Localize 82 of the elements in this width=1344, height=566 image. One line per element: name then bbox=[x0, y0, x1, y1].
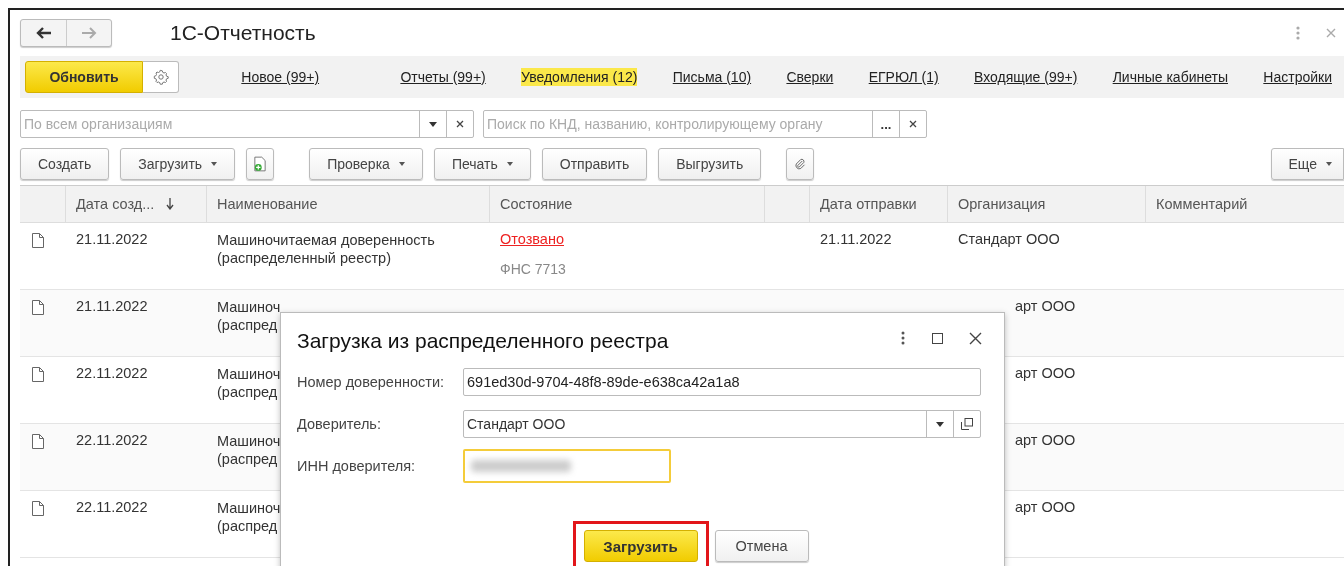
more-icon[interactable] bbox=[901, 331, 905, 345]
document-icon bbox=[32, 233, 44, 248]
field-label: Доверитель: bbox=[297, 416, 382, 432]
caret-icon bbox=[1326, 162, 1332, 166]
table-cell: 22.11.2022 bbox=[76, 499, 148, 515]
table-cell: арт ООО bbox=[1015, 432, 1076, 448]
input-field[interactable]: 691ed30d-9704-48f8-89de-e638ca42a1a8 bbox=[463, 368, 981, 396]
column-header[interactable]: Состояние bbox=[500, 196, 573, 212]
refresh-button[interactable]: Обновить bbox=[25, 61, 143, 93]
table-cell: 21.11.2022 bbox=[76, 231, 148, 247]
table-cell: арт ООО bbox=[1015, 298, 1076, 314]
paperclip-icon bbox=[794, 156, 807, 172]
column-header[interactable]: Наименование bbox=[217, 196, 318, 212]
field-label: Номер доверенности: bbox=[297, 374, 446, 390]
select-field[interactable]: Стандарт ООО bbox=[463, 410, 981, 438]
dropdown-icon bbox=[429, 121, 437, 127]
forward-arrow-icon bbox=[81, 27, 97, 39]
maximize-icon[interactable] bbox=[932, 332, 943, 344]
caret-icon bbox=[398, 162, 405, 166]
add-document-button[interactable] bbox=[246, 148, 275, 180]
search-field[interactable]: Поиск по КНД, названию, контролирующему органу ... bbox=[483, 110, 927, 138]
section-link[interactable]: Новое (99+) bbox=[241, 68, 320, 86]
gear-icon bbox=[152, 69, 169, 85]
settings-button[interactable] bbox=[143, 61, 179, 93]
section-link[interactable]: ЕГРЮЛ (1) bbox=[868, 68, 939, 86]
column-header[interactable]: Дата созд... bbox=[76, 196, 155, 212]
close-icon[interactable] bbox=[969, 331, 982, 345]
select-input[interactable]: Стандарт ООО bbox=[464, 411, 926, 437]
section-link[interactable]: Сверки bbox=[786, 68, 834, 86]
open-icon[interactable] bbox=[961, 418, 973, 430]
status-link[interactable]: Отозвано bbox=[500, 231, 564, 247]
table-cell: Машиноч (распред bbox=[217, 365, 281, 401]
more-button[interactable]: Еще bbox=[1270, 148, 1344, 180]
table-cell: Машиноч (распред bbox=[217, 298, 281, 334]
document-icon bbox=[32, 300, 44, 315]
toolbar-button[interactable]: Проверка bbox=[309, 148, 423, 180]
toolbar-button[interactable]: Выгрузить bbox=[658, 148, 762, 180]
clear-icon[interactable] bbox=[456, 120, 464, 128]
toolbar-button[interactable]: Отправить bbox=[541, 148, 648, 180]
document-icon bbox=[32, 501, 44, 516]
add-document-icon bbox=[254, 155, 267, 173]
table-cell: Машиночитаемая доверенность (распределенный реестр) bbox=[217, 231, 435, 267]
table-cell: арт ООО bbox=[1015, 499, 1076, 515]
select-button[interactable]: ... bbox=[872, 111, 899, 137]
toolbar-button[interactable]: Печать bbox=[433, 148, 531, 180]
section-link[interactable]: Личные кабинеты bbox=[1112, 68, 1228, 86]
section-link[interactable]: Уведомления (12) bbox=[521, 68, 638, 86]
column-header[interactable]: Организация bbox=[958, 196, 1046, 212]
toolbar-button[interactable]: Создать bbox=[20, 148, 110, 180]
search-input[interactable]: Поиск по КНД, названию, контролирующему органу bbox=[484, 111, 872, 137]
authority-label: ФНС 7713 bbox=[500, 261, 566, 277]
section-link[interactable]: Письма (10) bbox=[672, 68, 752, 86]
organization-input[interactable]: По всем организациям bbox=[21, 111, 419, 137]
window-title: 1С-Отчетность bbox=[170, 21, 316, 45]
organization-field[interactable]: По всем организациям bbox=[20, 110, 474, 138]
table-cell: 21.11.2022 bbox=[76, 298, 148, 314]
dialog-title: Загрузка из распределенного реестра bbox=[297, 328, 670, 353]
caret-icon bbox=[211, 162, 218, 166]
table-cell: Машиноч (распред bbox=[217, 432, 281, 468]
dropdown-icon bbox=[936, 421, 944, 427]
table-cell: арт ООО bbox=[1015, 365, 1076, 381]
field-label: ИНН доверителя: bbox=[297, 458, 417, 474]
section-link[interactable]: Настройки bbox=[1263, 68, 1332, 86]
table-cell: 22.11.2022 bbox=[76, 365, 148, 381]
back-arrow-icon bbox=[35, 27, 52, 39]
caret-icon bbox=[506, 162, 513, 166]
table-cell: 22.11.2022 bbox=[76, 432, 148, 448]
document-icon bbox=[32, 434, 44, 449]
table-cell: 21.11.2022 bbox=[820, 231, 892, 247]
document-icon bbox=[32, 367, 44, 382]
input-field[interactable] bbox=[463, 449, 671, 483]
toolbar-button[interactable]: Загрузить bbox=[120, 148, 236, 180]
section-link[interactable]: Входящие (99+) bbox=[973, 68, 1078, 86]
table-cell: Стандарт ООО bbox=[958, 231, 1060, 247]
dialog-button[interactable]: Загрузить bbox=[583, 530, 698, 562]
column-header[interactable]: Дата отправки bbox=[820, 196, 917, 212]
table-cell: Машиноч (распред bbox=[217, 499, 281, 535]
clear-icon[interactable] bbox=[909, 120, 917, 128]
attach-button[interactable] bbox=[786, 148, 815, 180]
section-link[interactable]: Отчеты (99+) bbox=[400, 68, 486, 86]
dialog-button[interactable]: Отмена bbox=[714, 530, 809, 562]
column-header[interactable]: Комментарий bbox=[1156, 196, 1248, 212]
